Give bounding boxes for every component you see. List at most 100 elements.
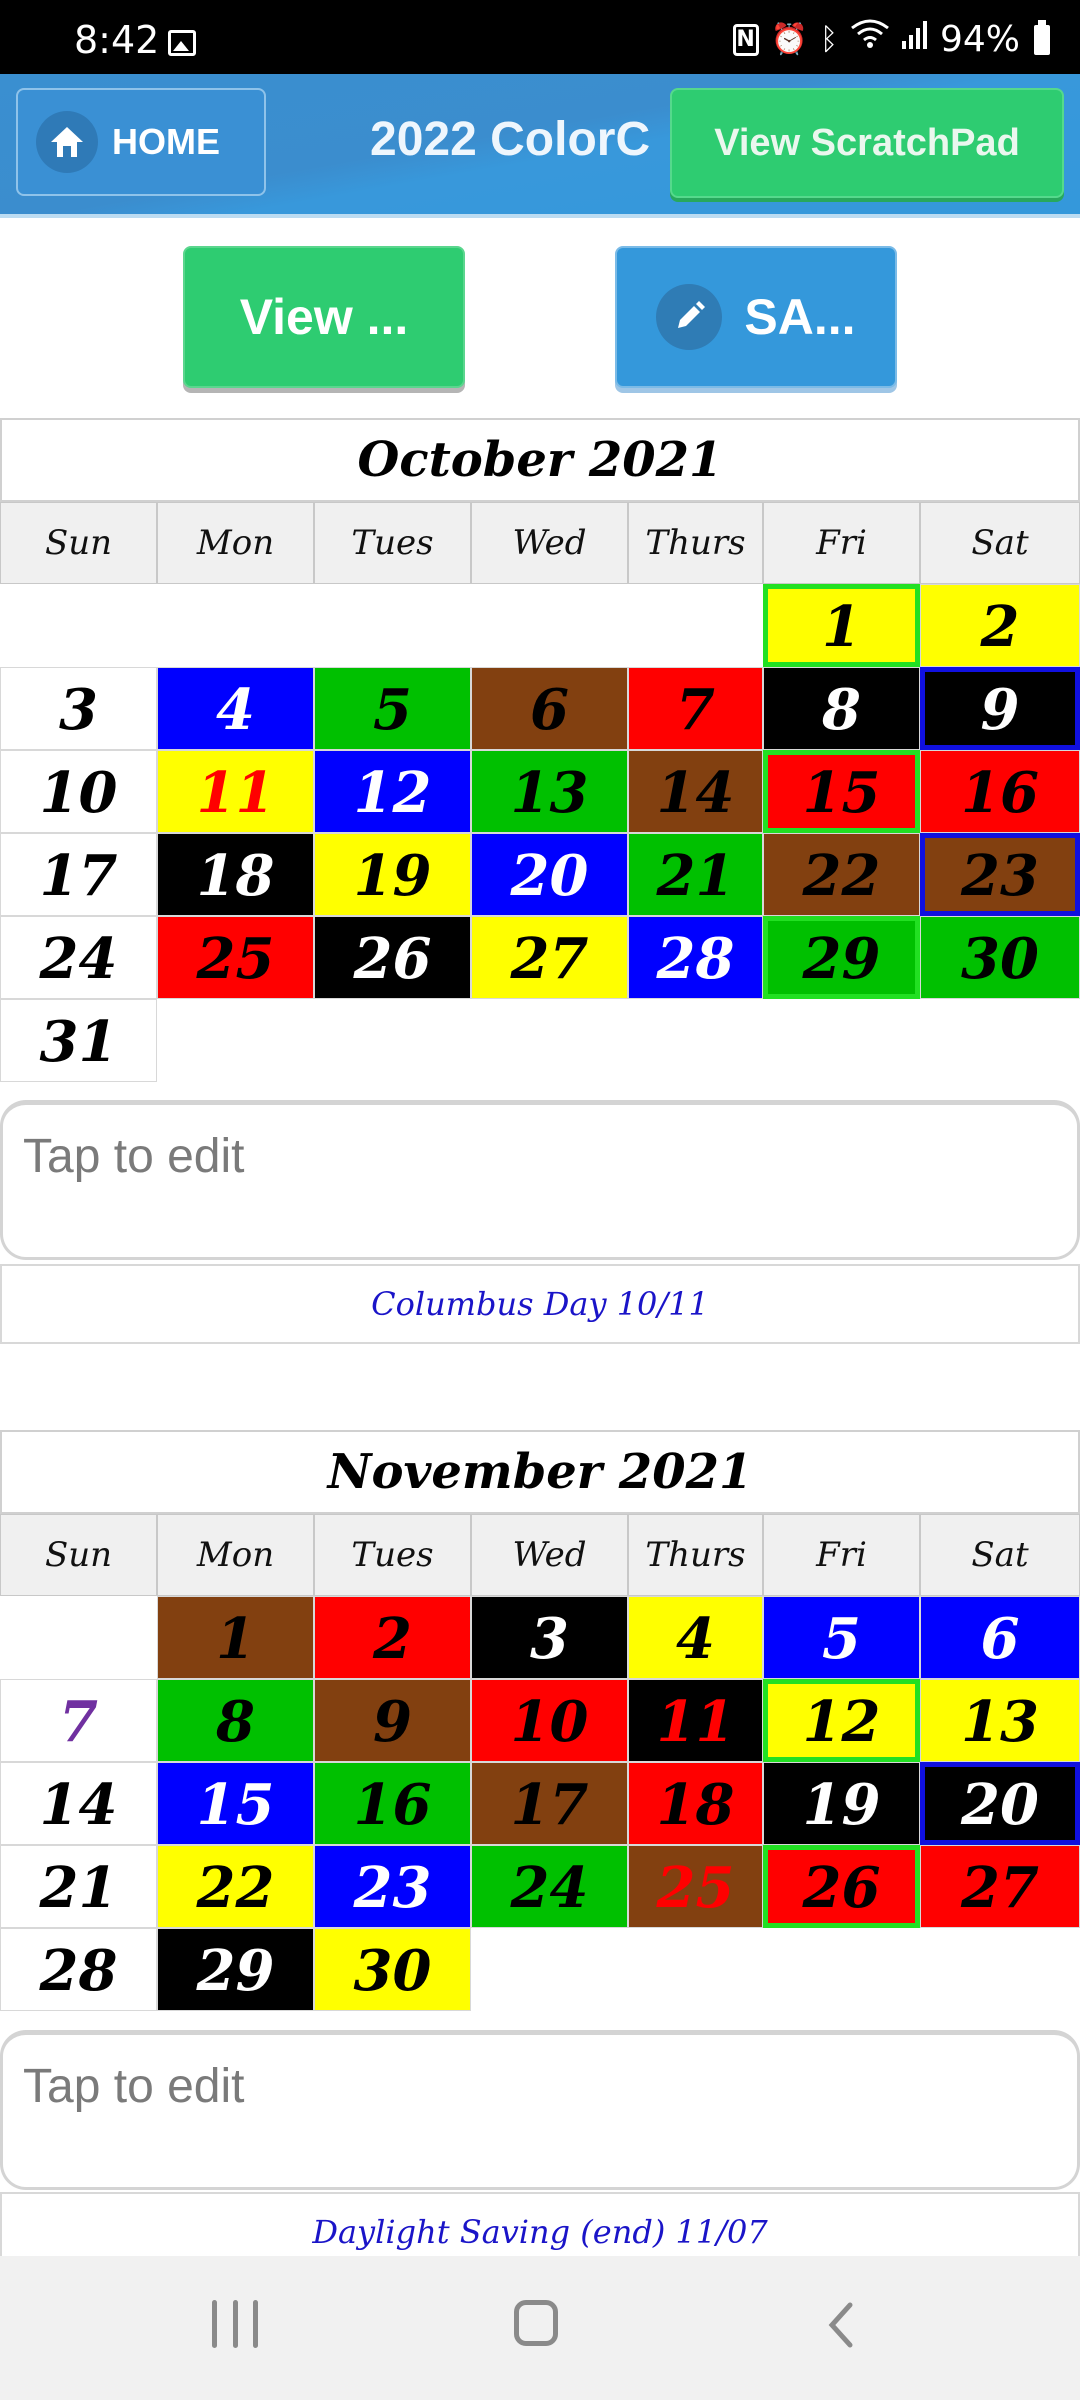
day-cell[interactable]: 14 bbox=[628, 750, 763, 833]
day-cell[interactable]: 12 bbox=[314, 750, 471, 833]
day-cell[interactable]: 26 bbox=[314, 916, 471, 999]
navigation-bar bbox=[0, 2256, 1080, 2400]
day-cell[interactable]: 22 bbox=[157, 1845, 314, 1928]
day-cell[interactable]: 3 bbox=[0, 667, 157, 750]
day-cell[interactable]: 23 bbox=[314, 1845, 471, 1928]
empty-day-cell bbox=[471, 1928, 628, 2011]
day-cell[interactable]: 19 bbox=[314, 833, 471, 916]
day-cell[interactable]: 16 bbox=[920, 750, 1080, 833]
day-cell[interactable]: 20 bbox=[920, 1762, 1080, 1845]
save-button[interactable]: SA... bbox=[615, 246, 897, 388]
day-cell[interactable]: 4 bbox=[628, 1596, 763, 1679]
weekday-label: Sun bbox=[0, 1514, 157, 1596]
day-cell[interactable]: 29 bbox=[763, 916, 920, 999]
day-cell[interactable]: 6 bbox=[920, 1596, 1080, 1679]
day-cell[interactable]: 22 bbox=[763, 833, 920, 916]
day-cell[interactable]: 24 bbox=[0, 916, 157, 999]
back-icon[interactable] bbox=[826, 2302, 856, 2348]
day-cell[interactable]: 8 bbox=[763, 667, 920, 750]
notes-textarea-november[interactable]: Tap to edit bbox=[0, 2030, 1080, 2190]
day-cell[interactable]: 12 bbox=[763, 1679, 920, 1762]
view-button[interactable]: View ... bbox=[183, 246, 465, 388]
weekday-label: Mon bbox=[157, 502, 314, 584]
day-cell[interactable]: 5 bbox=[314, 667, 471, 750]
weekday-label: Fri bbox=[763, 502, 920, 584]
day-cell[interactable]: 25 bbox=[628, 1845, 763, 1928]
notes-placeholder: Tap to edit bbox=[23, 2060, 245, 2113]
day-cell[interactable]: 29 bbox=[157, 1928, 314, 2011]
day-cell[interactable]: 19 bbox=[763, 1762, 920, 1845]
day-cell[interactable]: 10 bbox=[471, 1679, 628, 1762]
weekday-label: Mon bbox=[157, 1514, 314, 1596]
empty-day-cell bbox=[0, 584, 157, 667]
pencil-icon bbox=[656, 284, 723, 350]
day-cell[interactable]: 21 bbox=[0, 1845, 157, 1928]
day-cell[interactable]: 11 bbox=[157, 750, 314, 833]
notes-textarea-october[interactable]: Tap to edit bbox=[0, 1100, 1080, 1260]
status-icons: N ⏰ ᛒ 94% bbox=[732, 18, 1050, 61]
day-cell[interactable]: 25 bbox=[157, 916, 314, 999]
day-cell[interactable]: 28 bbox=[628, 916, 763, 999]
day-cell[interactable]: 1 bbox=[157, 1596, 314, 1679]
view-label: View ... bbox=[239, 289, 409, 345]
weekday-label: Thurs bbox=[628, 1514, 763, 1596]
day-cell[interactable]: 11 bbox=[628, 1679, 763, 1762]
nfc-icon: N bbox=[732, 23, 759, 56]
day-cell[interactable]: 30 bbox=[920, 916, 1080, 999]
day-cell[interactable]: 27 bbox=[471, 916, 628, 999]
calendar-november: November 2021 Sun Mon Tues Wed Thurs Fri… bbox=[0, 1430, 1080, 2011]
day-cell[interactable]: 7 bbox=[0, 1679, 157, 1762]
day-cell[interactable]: 16 bbox=[314, 1762, 471, 1845]
day-cell[interactable]: 6 bbox=[471, 667, 628, 750]
empty-day-cell bbox=[314, 584, 471, 667]
weekday-label: Wed bbox=[471, 1514, 628, 1596]
day-cell[interactable]: 23 bbox=[920, 833, 1080, 916]
day-cell[interactable]: 28 bbox=[0, 1928, 157, 2011]
day-cell[interactable]: 24 bbox=[471, 1845, 628, 1928]
day-cell[interactable]: 2 bbox=[314, 1596, 471, 1679]
alarm-icon: ⏰ bbox=[770, 21, 808, 57]
day-cell[interactable]: 31 bbox=[0, 999, 157, 1082]
day-of-week-header: Sun Mon Tues Wed Thurs Fri Sat bbox=[0, 1514, 1080, 1596]
day-cell[interactable]: 17 bbox=[471, 1762, 628, 1845]
weekday-label: Fri bbox=[763, 1514, 920, 1596]
day-cell[interactable]: 9 bbox=[314, 1679, 471, 1762]
day-cell[interactable]: 26 bbox=[763, 1845, 920, 1928]
app-header: HOME 2022 ColorC View ScratchPad bbox=[0, 74, 1080, 218]
empty-day-cell bbox=[920, 1928, 1080, 2011]
day-cell[interactable]: 30 bbox=[314, 1928, 471, 2011]
day-cell[interactable]: 20 bbox=[471, 833, 628, 916]
day-cell[interactable]: 14 bbox=[0, 1762, 157, 1845]
day-cell[interactable]: 13 bbox=[471, 750, 628, 833]
day-cell[interactable]: 17 bbox=[0, 833, 157, 916]
day-cell[interactable]: 1 bbox=[763, 584, 920, 667]
empty-day-cell bbox=[763, 999, 920, 1082]
view-scratchpad-button[interactable]: View ScratchPad bbox=[670, 88, 1064, 198]
empty-day-cell bbox=[628, 999, 763, 1082]
day-cell[interactable]: 27 bbox=[920, 1845, 1080, 1928]
holiday-note-october: Columbus Day 10/11 bbox=[0, 1264, 1080, 1344]
day-cell[interactable]: 4 bbox=[157, 667, 314, 750]
day-cell[interactable]: 18 bbox=[157, 833, 314, 916]
day-cell[interactable]: 9 bbox=[920, 667, 1080, 750]
day-cell[interactable]: 13 bbox=[920, 1679, 1080, 1762]
day-cell[interactable]: 18 bbox=[628, 1762, 763, 1845]
home-button[interactable]: HOME bbox=[16, 88, 266, 196]
empty-day-cell bbox=[471, 999, 628, 1082]
recent-apps-icon[interactable] bbox=[212, 2300, 258, 2348]
empty-day-cell bbox=[471, 584, 628, 667]
day-cell[interactable]: 8 bbox=[157, 1679, 314, 1762]
weekday-label: Sat bbox=[920, 1514, 1080, 1596]
weekday-label: Thurs bbox=[628, 502, 763, 584]
notes-placeholder: Tap to edit bbox=[23, 1130, 245, 1183]
day-cell[interactable]: 15 bbox=[157, 1762, 314, 1845]
day-cell[interactable]: 10 bbox=[0, 750, 157, 833]
empty-day-cell bbox=[157, 584, 314, 667]
day-cell[interactable]: 15 bbox=[763, 750, 920, 833]
day-cell[interactable]: 3 bbox=[471, 1596, 628, 1679]
day-cell[interactable]: 21 bbox=[628, 833, 763, 916]
day-cell[interactable]: 7 bbox=[628, 667, 763, 750]
day-cell[interactable]: 5 bbox=[763, 1596, 920, 1679]
day-cell[interactable]: 2 bbox=[920, 584, 1080, 667]
home-nav-icon[interactable] bbox=[514, 2300, 558, 2346]
